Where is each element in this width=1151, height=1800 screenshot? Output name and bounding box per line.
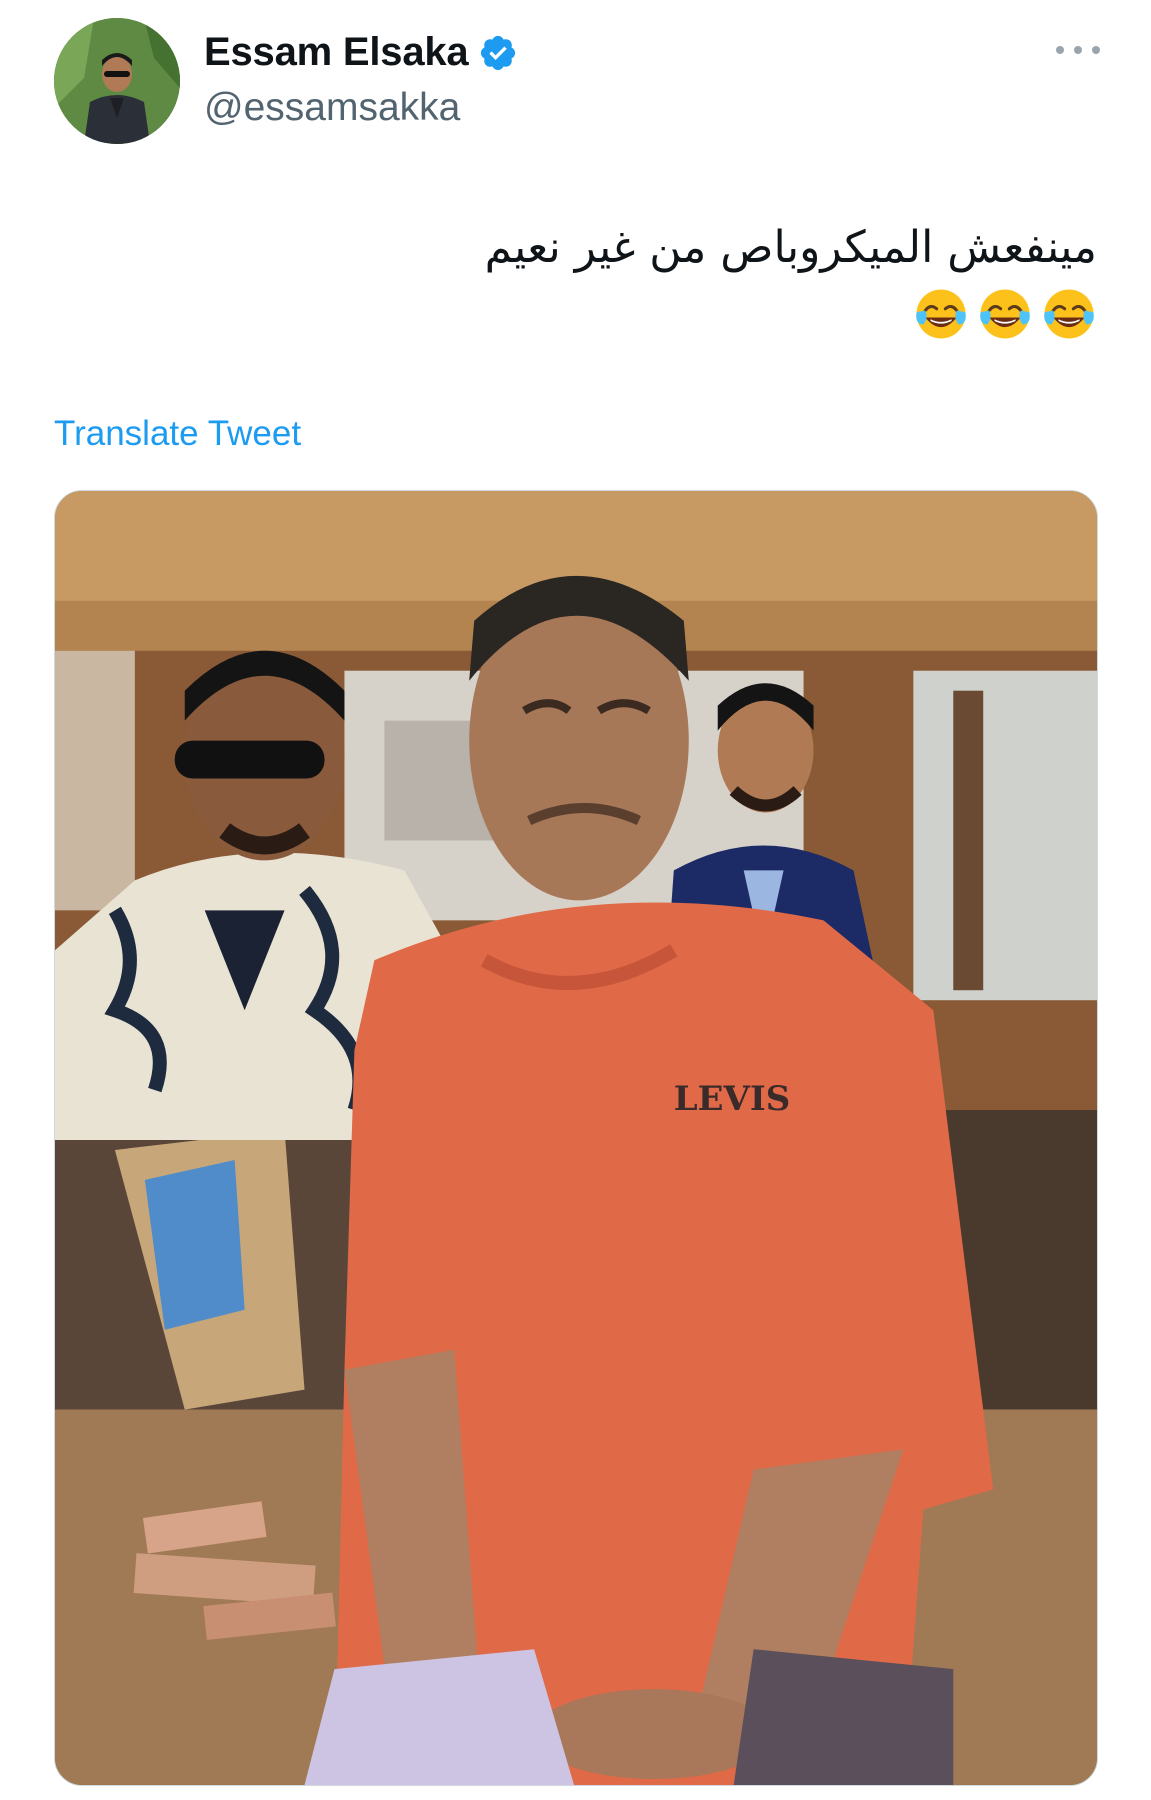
tweet-text-line: مينفعش الميكروباص من غير نعيم xyxy=(484,222,1097,273)
emoji-row xyxy=(57,282,1097,342)
author-avatar[interactable] xyxy=(54,18,180,144)
verified-badge-icon xyxy=(481,35,516,70)
face-with-tears-of-joy-icon xyxy=(1044,289,1094,339)
face-with-tears-of-joy-icon xyxy=(980,289,1030,339)
translate-tweet-link[interactable]: Translate Tweet xyxy=(54,414,301,454)
author-handle[interactable]: @essamsakka xyxy=(204,86,460,130)
avatar-photo-icon xyxy=(54,18,180,144)
author-name-row: Essam Elsaka xyxy=(204,30,518,75)
tweet-media-photo[interactable]: LEVIS xyxy=(54,490,1098,1786)
shirt-logo-text: LEVIS xyxy=(674,1079,790,1119)
tweet-text: مينفعش الميكروباص من غير نعيم xyxy=(57,218,1097,342)
tweet-card: Essam Elsaka @essamsakka مينفعش الميكروب… xyxy=(0,0,1151,1800)
microbus-photo: LEVIS xyxy=(55,491,1097,1785)
author-display-name[interactable]: Essam Elsaka xyxy=(204,30,469,75)
face-with-tears-of-joy-icon xyxy=(916,289,966,339)
more-options-icon[interactable] xyxy=(1056,40,1100,60)
